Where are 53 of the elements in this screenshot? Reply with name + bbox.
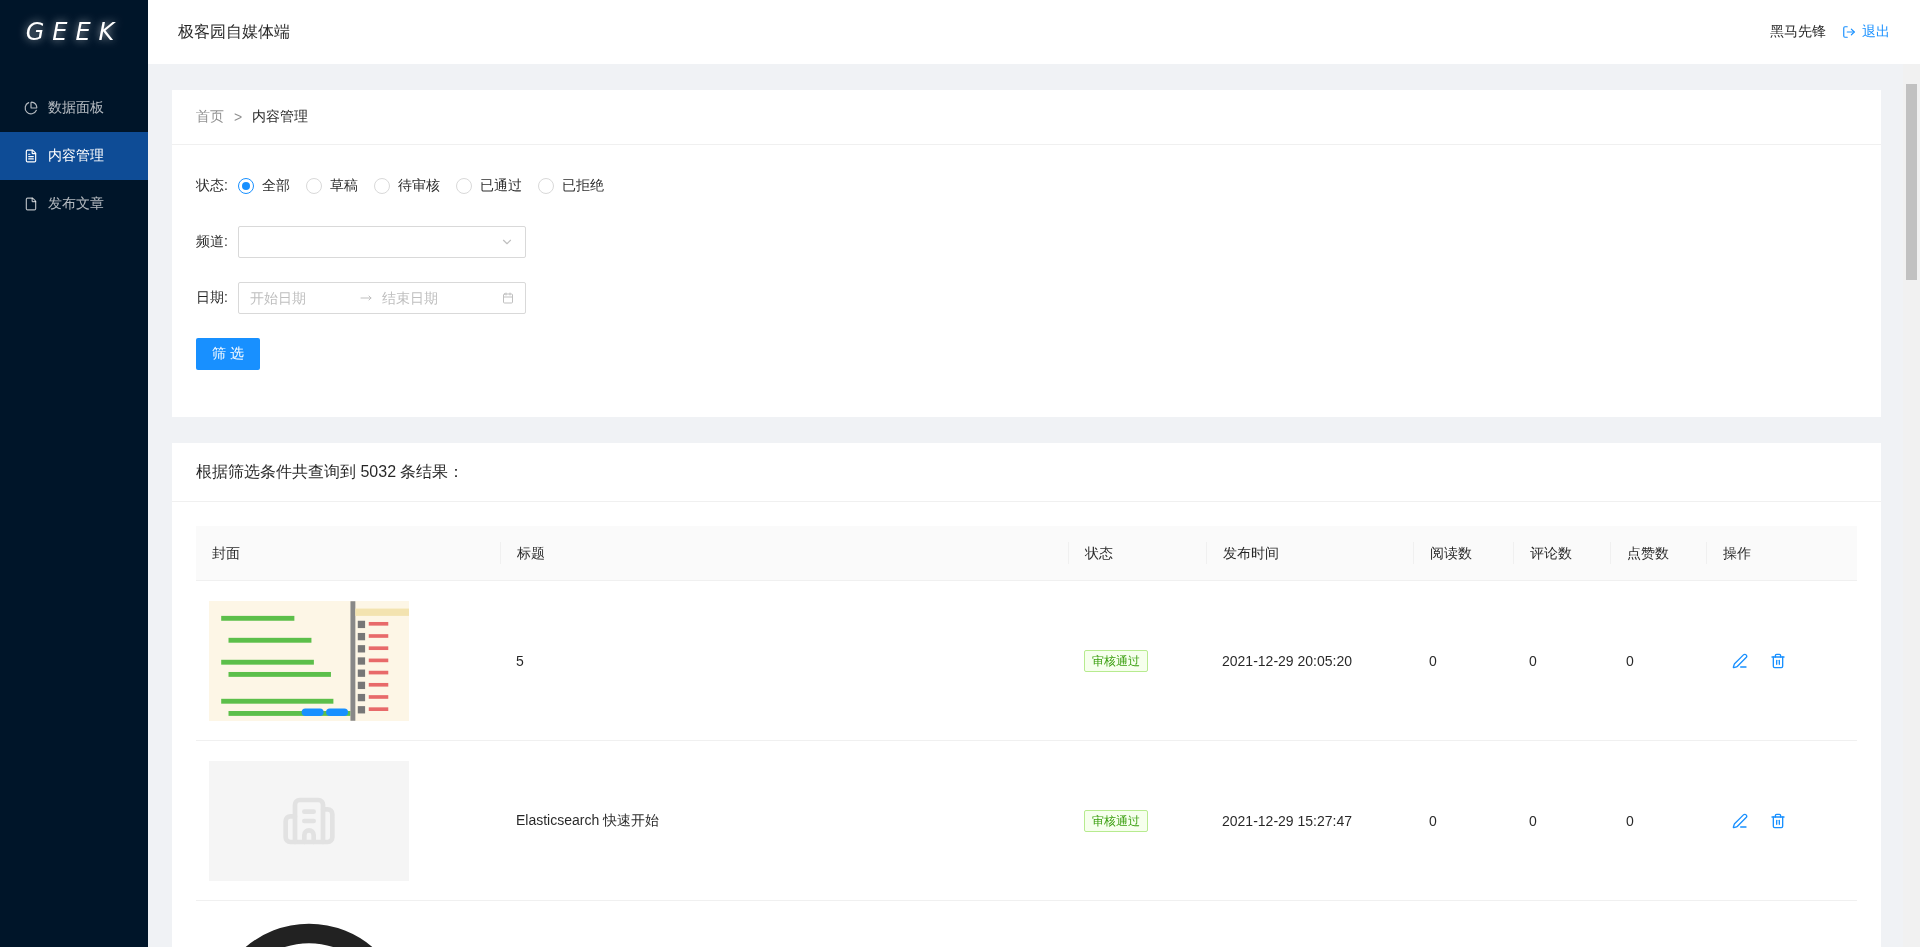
status-tag: 审核通过: [1084, 649, 1148, 672]
breadcrumb-item: 内容管理: [252, 108, 309, 126]
column-header: 状态: [1085, 545, 1113, 561]
table-cell: 0: [1626, 652, 1634, 669]
table-cell: 0: [1529, 652, 1537, 669]
column-header: 评论数: [1530, 545, 1572, 561]
radio-option[interactable]: 已通过: [456, 177, 522, 195]
results-summary: 根据筛选条件共查询到 5032 条结果：: [172, 443, 1881, 502]
column-header: 封面: [212, 545, 240, 561]
calendar-icon: [502, 291, 514, 305]
document-icon: [24, 149, 38, 163]
form-label: 状态:: [196, 177, 229, 195]
column-header: 标题: [517, 545, 545, 561]
radio-option[interactable]: 待审核: [374, 177, 440, 195]
table-cell: 2021-12-29 20:05:20: [1222, 652, 1352, 669]
scrollbar[interactable]: [1903, 64, 1920, 947]
pie-chart-icon: [24, 101, 38, 115]
column-header: 阅读数: [1430, 545, 1472, 561]
trash-icon: [1770, 812, 1786, 829]
form-label: 日期:: [196, 289, 229, 307]
delete-button[interactable]: [1770, 812, 1786, 829]
date-range-picker[interactable]: 开始日期 结束日期: [238, 282, 526, 314]
menu-item[interactable]: 发布文章: [0, 180, 148, 228]
table-cell: 0: [1626, 812, 1634, 829]
edit-icon: [1732, 812, 1748, 829]
column-header: 操作: [1723, 545, 1751, 561]
radio-option[interactable]: 草稿: [306, 177, 358, 195]
scrollbar-thumb[interactable]: [1906, 84, 1917, 280]
table-cell: 0: [1529, 812, 1537, 829]
menu-item[interactable]: 数据面板: [0, 84, 148, 132]
app-title: 极客园自媒体端: [178, 21, 291, 42]
menu-item[interactable]: 内容管理: [0, 132, 148, 180]
form-label: 频道:: [196, 233, 229, 251]
table-cell: 0: [1429, 652, 1437, 669]
logout-icon: [1842, 25, 1856, 39]
delete-button[interactable]: [1770, 652, 1786, 669]
radio-option[interactable]: 全部: [238, 177, 290, 195]
table-cell: 5: [516, 652, 524, 669]
table-cell: 2021-12-29 15:27:47: [1222, 812, 1352, 829]
column-header: 点赞数: [1627, 545, 1669, 561]
breadcrumb-separator: >: [234, 109, 243, 125]
radio-option[interactable]: 已拒绝: [538, 177, 604, 195]
table-cell: Elasticsearch 快速开始: [516, 811, 660, 828]
user-name: 黑马先锋: [1770, 23, 1826, 41]
logo: GEEK: [24, 17, 124, 48]
edit-button[interactable]: [1732, 812, 1748, 829]
edit-button[interactable]: [1732, 652, 1748, 669]
table-cell: 0: [1429, 812, 1437, 829]
edit-icon: [1732, 652, 1748, 669]
file-icon: [24, 197, 38, 211]
column-header: 发布时间: [1223, 545, 1279, 561]
status-tag: 审核通过: [1084, 809, 1148, 832]
trash-icon: [1770, 652, 1786, 669]
